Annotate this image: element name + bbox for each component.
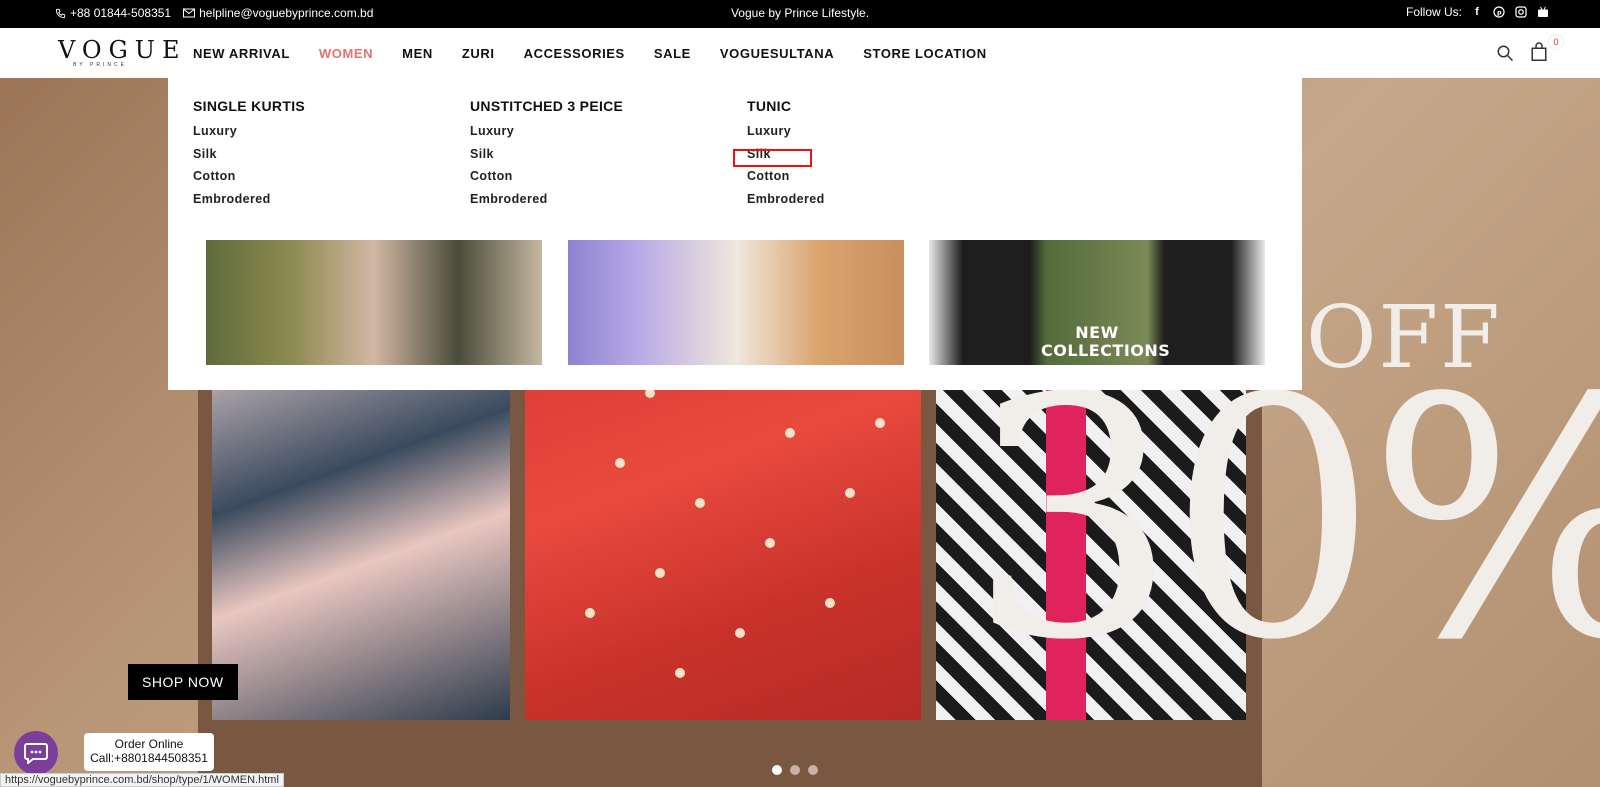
search-icon[interactable]: [1496, 44, 1514, 62]
nav-new-arrival[interactable]: NEW ARRIVAL: [193, 46, 290, 61]
promo-image-men[interactable]: [568, 240, 904, 365]
menu-link-embrodered[interactable]: Embrodered: [747, 192, 825, 215]
slider-dot-1[interactable]: [772, 765, 782, 775]
menu-column-unstitched: UNSTITCHED 3 PEICE Luxury Silk Cotton Em…: [470, 98, 623, 215]
offer-percent-text: 30%: [968, 328, 1600, 712]
new-collections-label: NEW COLLECTIONS: [1041, 322, 1171, 360]
slider-dot-3[interactable]: [808, 765, 818, 775]
social-follow: Follow Us: f p: [1406, 5, 1550, 19]
cart-count-badge: 0: [1548, 34, 1564, 50]
chat-tooltip[interactable]: Order Online Call:+8801844508351: [84, 733, 214, 771]
selection-highlight-box: [733, 149, 812, 167]
site-logo[interactable]: VOGUE BY PRINCE: [58, 36, 187, 68]
nav-accessories[interactable]: ACCESSORIES: [524, 46, 625, 61]
logo-wordmark: VOGUE: [58, 36, 187, 64]
slider-dot-2[interactable]: [790, 765, 800, 775]
new-collections-line2: COLLECTIONS: [1041, 341, 1171, 360]
menu-column-title[interactable]: TUNIC: [747, 98, 825, 114]
menu-link-cotton[interactable]: Cotton: [470, 169, 623, 192]
promo-image-women[interactable]: [206, 240, 542, 365]
menu-link-cotton[interactable]: Cotton: [193, 169, 305, 192]
menu-link-cotton[interactable]: Cotton: [747, 169, 825, 192]
header-icons: 0: [1496, 34, 1564, 64]
youtube-icon[interactable]: [1536, 5, 1550, 19]
menu-link-silk[interactable]: Silk: [193, 147, 305, 170]
shop-now-button[interactable]: SHOP NOW: [128, 664, 238, 700]
chat-tooltip-line1: Order Online: [114, 737, 184, 751]
browser-status-url: https://voguebyprince.com.bd/shop/type/1…: [0, 773, 284, 787]
slider-dots: [772, 765, 818, 775]
instagram-icon[interactable]: [1514, 5, 1528, 19]
menu-link-luxury[interactable]: Luxury: [470, 124, 623, 147]
chat-button[interactable]: [14, 731, 58, 775]
facebook-icon[interactable]: f: [1470, 5, 1484, 19]
menu-column-title[interactable]: SINGLE KURTIS: [193, 98, 305, 114]
follow-label: Follow Us:: [1405, 5, 1462, 19]
menu-link-embrodered[interactable]: Embrodered: [193, 192, 305, 215]
shopping-bag-icon: [1531, 42, 1547, 61]
menu-link-luxury[interactable]: Luxury: [193, 124, 305, 147]
menu-column-single-kurtis: SINGLE KURTIS Luxury Silk Cotton Embrode…: [193, 98, 305, 215]
menu-column-title[interactable]: UNSTITCHED 3 PEICE: [470, 98, 623, 114]
new-collections-line1: NEW: [1075, 323, 1119, 342]
nav-voguesultana[interactable]: VOGUESULTANA: [720, 46, 834, 61]
pinterest-icon[interactable]: p: [1492, 5, 1506, 19]
main-nav: NEW ARRIVAL WOMEN MEN ZURI ACCESSORIES S…: [193, 46, 1016, 61]
cart-button[interactable]: 0: [1530, 34, 1564, 64]
nav-men[interactable]: MEN: [402, 46, 433, 61]
nav-zuri[interactable]: ZURI: [462, 46, 495, 61]
nav-store-location[interactable]: STORE LOCATION: [863, 46, 986, 61]
promo-image-new-collections[interactable]: NEW COLLECTIONS: [929, 240, 1265, 365]
chat-tooltip-line2: Call:+8801844508351: [90, 751, 208, 765]
nav-women[interactable]: WOMEN: [319, 46, 373, 61]
tagline: Vogue by Prince Lifestyle.: [730, 6, 870, 20]
menu-link-silk[interactable]: Silk: [470, 147, 623, 170]
top-bar: +88 01844-508351 helpline@voguebyprince.…: [0, 0, 1600, 28]
women-mega-menu: SINGLE KURTIS Luxury Silk Cotton Embrode…: [168, 70, 1302, 390]
svg-text:p: p: [1497, 9, 1502, 17]
nav-sale[interactable]: SALE: [654, 46, 691, 61]
menu-link-luxury[interactable]: Luxury: [747, 124, 825, 147]
menu-link-embrodered[interactable]: Embrodered: [470, 192, 623, 215]
chat-icon: [24, 743, 48, 764]
